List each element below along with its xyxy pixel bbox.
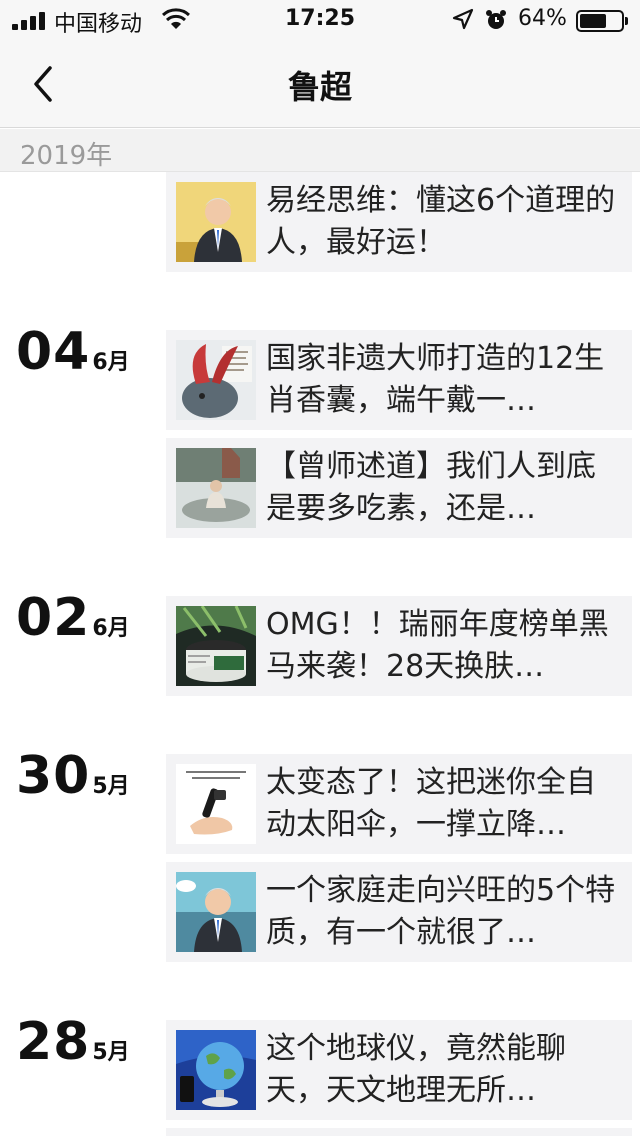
page-title: 鲁超 xyxy=(287,68,352,106)
year-header: 2019年 xyxy=(0,129,640,172)
article-title: 【曾师述道】我们人到底是要多吃素，还是… xyxy=(266,449,596,526)
date-label: 305月 xyxy=(16,746,130,806)
article-title: 太变态了！这把迷你全自动太阳伞，一撑立降… xyxy=(266,765,596,842)
date-month: 5月 xyxy=(92,774,130,799)
umbrella-thumbnail xyxy=(176,764,256,844)
article-card[interactable]: 国家非遗大师打造的12生肖香囊，端午戴一… xyxy=(166,330,632,430)
battery-icon xyxy=(576,10,628,32)
article-title: 国家非遗大师打造的12生肖香囊，端午戴一… xyxy=(266,341,605,418)
date-day: 02 xyxy=(16,588,91,648)
article-title: 易经思维：懂这6个道理的人，最好运！ xyxy=(266,183,616,260)
navigation-bar: 鲁超 xyxy=(0,40,640,128)
article-card[interactable]: 这个地球仪，竟然能聊天，天文地理无所… xyxy=(166,1020,632,1120)
globe-thumbnail xyxy=(176,1030,256,1110)
article-card[interactable]: OMG！！瑞丽年度榜单黑马来袭！28天换肤… xyxy=(166,596,632,696)
man-portrait-thumbnail xyxy=(176,872,256,952)
article-title: 一个家庭走向兴旺的5个特质，有一个就很了… xyxy=(266,873,616,950)
date-day: 30 xyxy=(16,746,91,806)
status-bar: 中国移动 17:25 64% xyxy=(0,0,640,40)
sachet-thumbnail xyxy=(176,340,256,420)
article-card[interactable]: 易经思维：懂这6个道理的人，最好运！ xyxy=(166,172,632,272)
article-title: OMG！！瑞丽年度榜单黑马来袭！28天换肤… xyxy=(266,607,609,684)
date-month: 5月 xyxy=(92,1040,130,1065)
year-label: 2019年 xyxy=(20,141,113,171)
date-label: 026月 xyxy=(16,588,130,648)
date-label: 046月 xyxy=(16,322,130,382)
cream-jar-thumbnail xyxy=(176,606,256,686)
battery-percent: 64% xyxy=(518,6,567,31)
date-month: 6月 xyxy=(92,350,130,375)
article-title: 这个地球仪，竟然能聊天，天文地理无所… xyxy=(266,1031,566,1108)
article-card[interactable]: 一个家庭走向兴旺的5个特质，有一个就很了… xyxy=(166,862,632,962)
date-month: 6月 xyxy=(92,616,130,641)
date-day: 28 xyxy=(16,1012,91,1072)
date-day: 04 xyxy=(16,322,91,382)
article-card[interactable]: 太变态了！这把迷你全自动太阳伞，一撑立降… xyxy=(166,754,632,854)
man-portrait-thumbnail xyxy=(176,182,256,262)
meditation-thumbnail xyxy=(176,448,256,528)
article-card-partial[interactable] xyxy=(166,1128,632,1136)
article-card[interactable]: 【曾师述道】我们人到底是要多吃素，还是… xyxy=(166,438,632,538)
date-label: 285月 xyxy=(16,1012,130,1072)
location-arrow-icon xyxy=(452,8,474,30)
alarm-clock-icon xyxy=(486,10,506,29)
